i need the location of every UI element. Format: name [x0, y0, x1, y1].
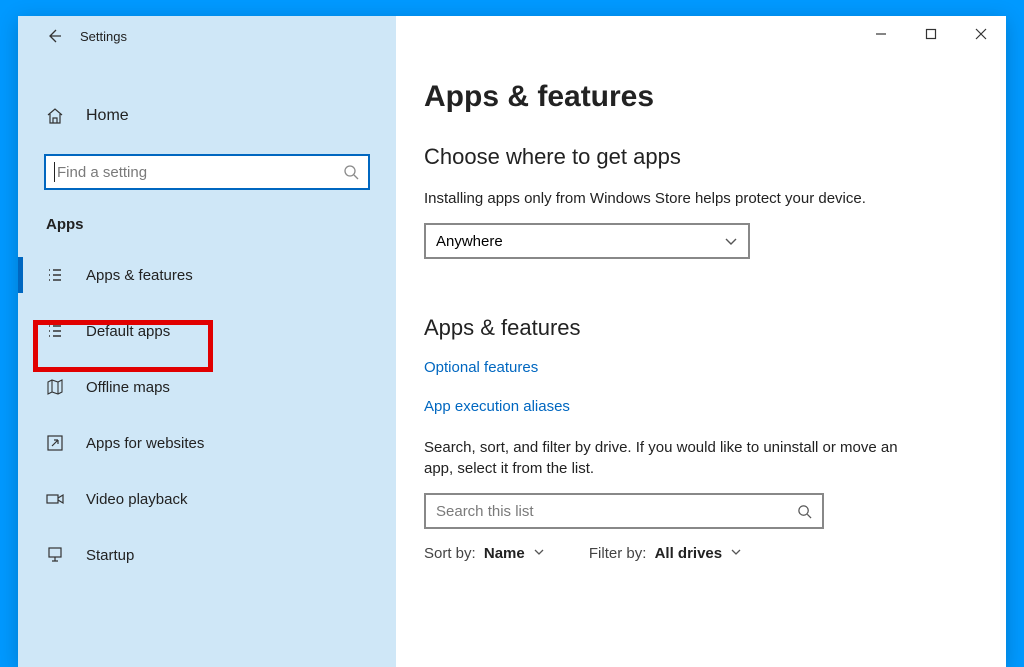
chevron-down-icon	[724, 234, 738, 248]
sort-label: Sort by:	[424, 545, 476, 562]
window-controls	[856, 16, 1006, 52]
nav-default-apps[interactable]: Default apps	[18, 303, 396, 359]
apps-description: Search, sort, and filter by drive. If yo…	[424, 437, 914, 479]
dropdown-value: Anywhere	[436, 233, 503, 250]
startup-icon	[46, 546, 68, 564]
search-icon	[342, 164, 360, 180]
nav-label: Default apps	[86, 323, 170, 340]
sort-value: Name	[484, 545, 525, 562]
maximize-icon	[925, 28, 937, 40]
close-icon	[975, 28, 987, 40]
list-icon	[46, 266, 68, 284]
titlebar: Settings	[18, 16, 396, 56]
nav-apps-features[interactable]: Apps & features	[18, 247, 396, 303]
link-execution-aliases[interactable]: App execution aliases	[424, 398, 1006, 415]
content-pane: Apps & features Choose where to get apps…	[396, 16, 1006, 667]
search-input[interactable]: Find a setting	[44, 154, 370, 190]
home-button[interactable]: Home	[18, 96, 396, 136]
link-optional-features[interactable]: Optional features	[424, 359, 1006, 376]
filter-label: Filter by:	[589, 545, 647, 562]
window-title: Settings	[80, 29, 127, 44]
category-header: Apps	[46, 216, 396, 233]
settings-window: Settings Home Find a setting Apps Apps &…	[18, 16, 1006, 667]
link-square-icon	[46, 434, 68, 452]
source-description: Installing apps only from Windows Store …	[424, 188, 914, 209]
chevron-down-icon	[533, 545, 545, 562]
nav-video[interactable]: Video playback	[18, 471, 396, 527]
filter-control[interactable]: Filter by: All drives	[589, 545, 742, 562]
nav-label: Apps for websites	[86, 435, 204, 452]
nav-list: Apps & features Default apps Offline map…	[18, 247, 396, 583]
nav-websites[interactable]: Apps for websites	[18, 415, 396, 471]
nav-label: Apps & features	[86, 267, 193, 284]
maximize-button[interactable]	[906, 16, 956, 52]
section-heading-source: Choose where to get apps	[424, 144, 1006, 170]
page-title: Apps & features	[424, 80, 1006, 114]
nav-startup[interactable]: Startup	[18, 527, 396, 583]
filter-row: Sort by: Name Filter by: All drives	[424, 545, 1006, 562]
back-button[interactable]	[36, 18, 72, 54]
nav-label: Startup	[86, 547, 134, 564]
video-icon	[46, 490, 68, 508]
chevron-down-icon	[730, 545, 742, 562]
filter-value: All drives	[655, 545, 723, 562]
text-caret	[54, 162, 55, 182]
search-placeholder: Find a setting	[57, 164, 342, 181]
defaults-icon	[46, 322, 68, 340]
app-search-input[interactable]: Search this list	[424, 493, 824, 529]
minimize-icon	[875, 28, 887, 40]
arrow-left-icon	[46, 28, 62, 44]
search-icon	[797, 504, 812, 519]
sort-control[interactable]: Sort by: Name	[424, 545, 545, 562]
minimize-button[interactable]	[856, 16, 906, 52]
home-icon	[46, 107, 68, 125]
close-button[interactable]	[956, 16, 1006, 52]
home-label: Home	[86, 107, 129, 125]
section-heading-apps: Apps & features	[424, 315, 1006, 341]
source-dropdown[interactable]: Anywhere	[424, 223, 750, 259]
map-icon	[46, 378, 68, 396]
nav-offline-maps[interactable]: Offline maps	[18, 359, 396, 415]
sidebar: Settings Home Find a setting Apps Apps &…	[18, 16, 396, 667]
nav-label: Video playback	[86, 491, 187, 508]
nav-label: Offline maps	[86, 379, 170, 396]
app-search-placeholder: Search this list	[436, 503, 534, 520]
